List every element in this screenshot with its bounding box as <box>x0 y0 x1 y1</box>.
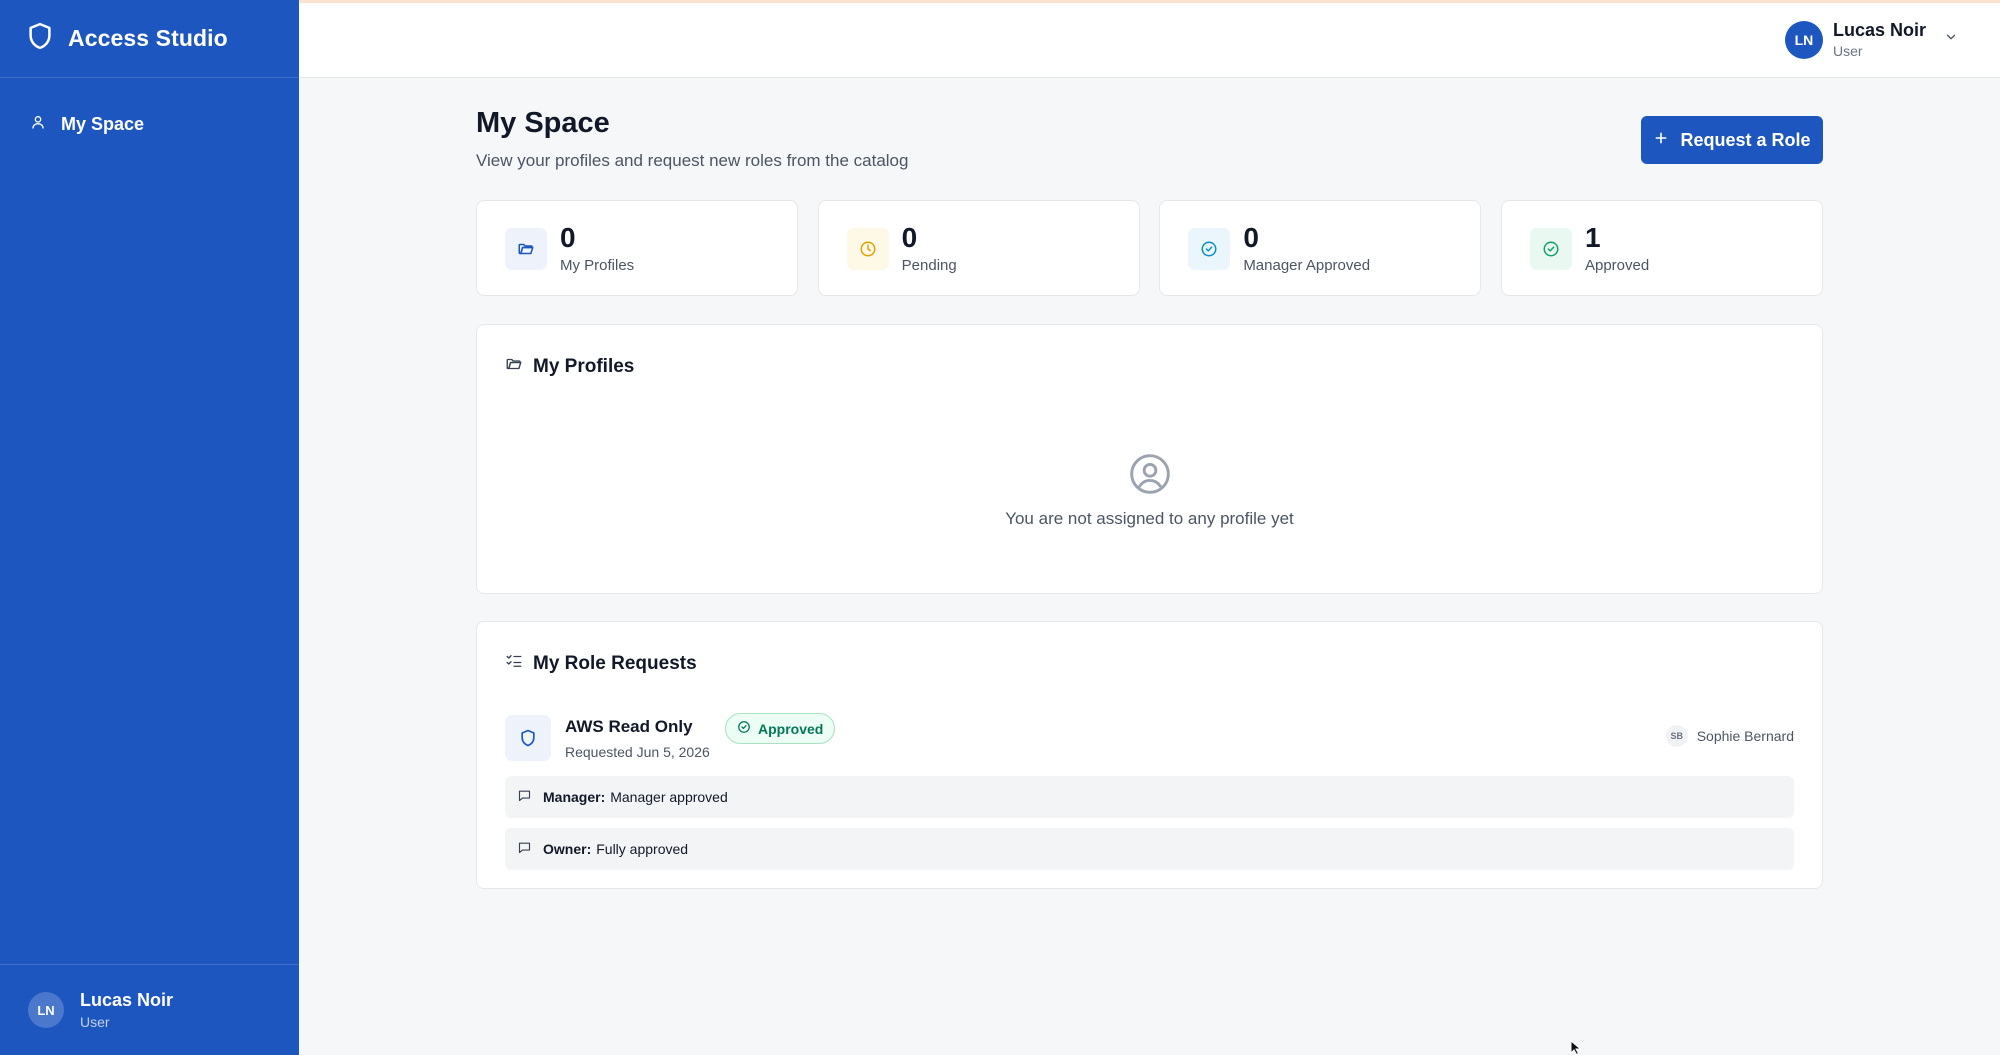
page-subtitle: View your profiles and request new roles… <box>476 151 909 170</box>
user-name: Lucas Noir <box>1832 20 1926 40</box>
stat-value: 0 <box>901 222 918 253</box>
user-icon <box>30 114 46 135</box>
stat-card-my-profiles[interactable]: 0 My Profiles <box>476 200 798 296</box>
stat-card-approved[interactable]: 1 Approved <box>1500 200 1823 296</box>
role-name: AWS Read Only <box>565 717 693 736</box>
check-circle-icon <box>737 720 758 737</box>
list-item[interactable]: AWS Read Only Approved Requested Jun 5, … <box>505 713 1794 763</box>
stat-value: 0 <box>560 222 576 253</box>
chevron-down-icon <box>1926 30 1958 49</box>
sidebar-nav: My Space <box>0 78 299 142</box>
status-badge-label: Approved <box>758 720 824 737</box>
sidebar-user-name: Lucas Noir <box>80 990 174 1010</box>
sidebar-item-my-space[interactable]: My Space <box>0 106 299 142</box>
comment-text: Fully approved <box>596 841 689 857</box>
sidebar-item-label: My Space <box>61 113 145 134</box>
my-role-requests-card: My Role Requests AWS Read Only Approved … <box>476 621 1823 889</box>
message-icon <box>517 840 543 858</box>
topbar: LN Lucas Noir User <box>299 0 2000 78</box>
plus-icon <box>1653 130 1680 151</box>
folder-icon <box>505 228 547 270</box>
user-menu[interactable]: LN Lucas Noir User <box>1784 20 1958 59</box>
sidebar: Access Studio My Space LN Lucas Noir Use… <box>0 0 299 1055</box>
stat-card-pending[interactable]: 0 Pending <box>817 200 1140 296</box>
comment-author: Owner: <box>543 841 592 857</box>
app-name: Access Studio <box>68 25 228 51</box>
message-icon <box>517 788 543 806</box>
shield-logo-icon <box>25 20 55 57</box>
clock-icon <box>846 228 889 270</box>
comment-author: Manager: <box>543 789 606 805</box>
empty-state-text: You are not assigned to any profile yet <box>1005 509 1294 528</box>
comment-text: Manager approved <box>610 789 728 805</box>
request-date: Requested Jun 5, 2026 <box>565 744 710 760</box>
stat-value: 1 <box>1584 222 1601 253</box>
request-role-button[interactable]: Request a Role <box>1641 116 1823 164</box>
request-role-label: Request a Role <box>1680 129 1811 150</box>
stat-label: Manager Approved <box>1243 257 1371 274</box>
my-profiles-card: My Profiles You are not assigned to any … <box>476 324 1823 594</box>
card-title: My Role Requests <box>533 652 697 674</box>
check-circle-icon <box>1188 228 1231 270</box>
sidebar-user[interactable]: LN Lucas Noir User <box>0 964 299 1055</box>
empty-state: You are not assigned to any profile yet <box>477 452 1822 529</box>
status-badge: Approved <box>725 713 836 744</box>
page-title: My Space <box>476 107 610 139</box>
check-circle-icon <box>1529 228 1572 270</box>
sidebar-user-role: User <box>80 1014 110 1030</box>
stat-label: Approved <box>1584 257 1650 274</box>
card-title: My Profiles <box>533 355 635 377</box>
avatar: LN <box>28 992 64 1028</box>
stats-row: 0 My Profiles 0 Pending 0 Manager Approv… <box>476 200 1823 296</box>
user-role: User <box>1832 43 1863 59</box>
user-circle-icon <box>1128 454 1172 500</box>
avatar: LN <box>1784 20 1823 59</box>
stat-label: Pending <box>901 257 957 274</box>
approver-name: Sophie Bernard <box>1696 728 1794 744</box>
avatar: SB <box>1665 725 1688 747</box>
stat-card-manager-approved[interactable]: 0 Manager Approved <box>1159 200 1482 296</box>
brand[interactable]: Access Studio <box>0 0 299 78</box>
approver: SB Sophie Bernard <box>1665 725 1794 747</box>
list-checks-icon <box>505 652 523 675</box>
comment-manager: Manager: Manager approved <box>505 776 1794 818</box>
stat-label: My Profiles <box>560 257 635 274</box>
stat-value: 0 <box>1243 222 1259 253</box>
folder-icon <box>505 355 523 378</box>
shield-icon <box>505 715 551 761</box>
mouse-cursor-icon <box>1570 1039 1584 1055</box>
comment-owner: Owner: Fully approved <box>505 828 1794 870</box>
